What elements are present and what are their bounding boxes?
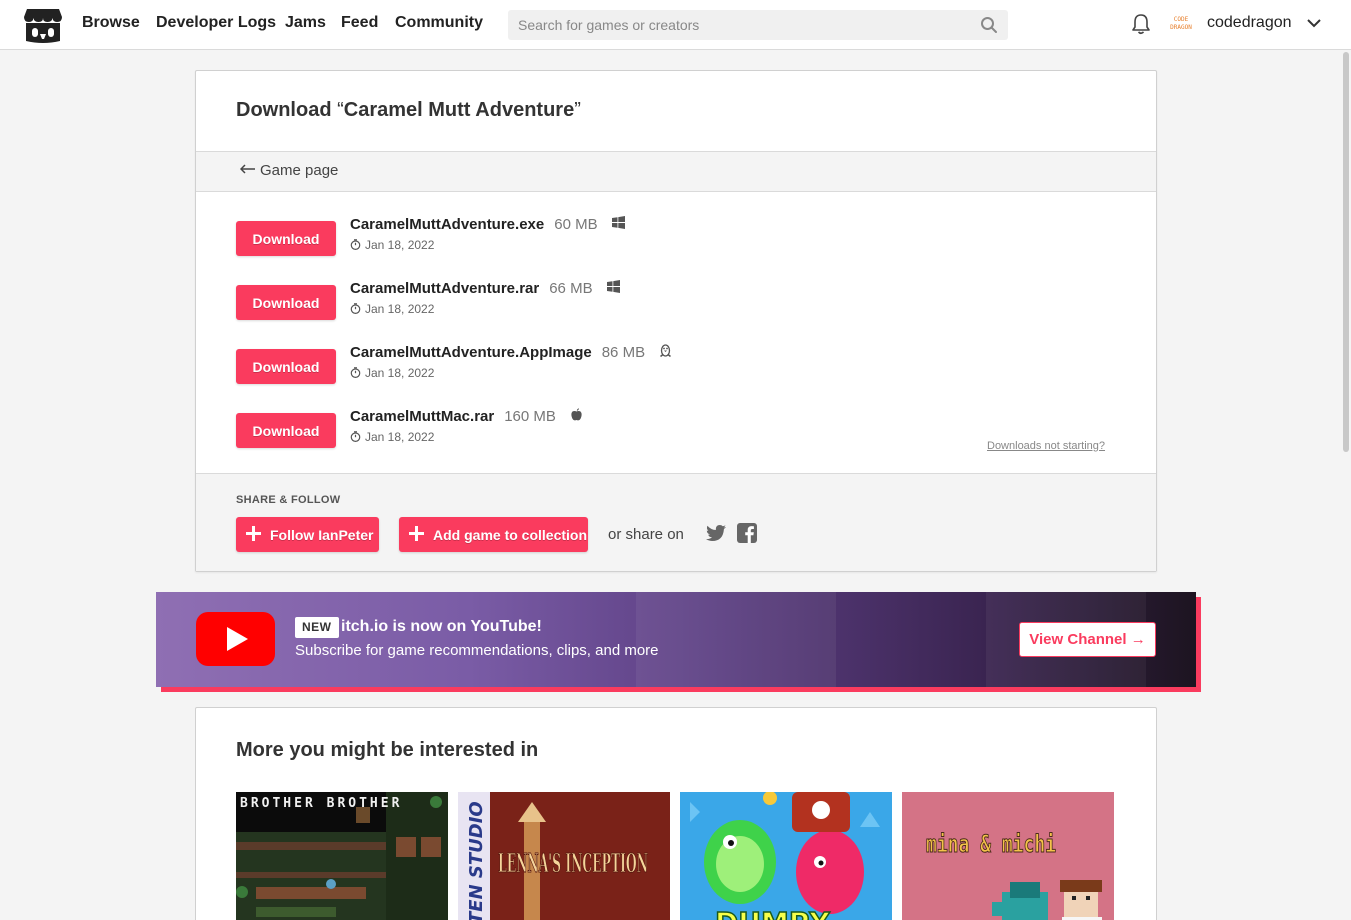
upload-list: Download CaramelMuttAdventure.exe 60 MB J… (196, 193, 1156, 473)
downloads-not-starting-link[interactable]: Downloads not starting? (987, 440, 1105, 452)
upload-size: 60 MB (554, 216, 598, 233)
upload-date-text: Jan 18, 2022 (365, 238, 435, 252)
itchio-logo-icon[interactable] (23, 7, 63, 43)
recommendations-heading: More you might be interested in (236, 739, 539, 761)
chevron-down-icon[interactable] (1306, 17, 1322, 29)
banner-background-art (636, 592, 836, 687)
username-label[interactable]: codedragon (1207, 14, 1292, 32)
download-button[interactable]: Download (236, 285, 336, 320)
game-cover-art: DUMPY (680, 792, 892, 920)
upload-name: CaramelMuttMac.rar 160 MB (350, 408, 583, 425)
facebook-icon[interactable] (737, 523, 757, 543)
cover-text: mina & michi (926, 830, 1056, 858)
scrollbar-thumb[interactable] (1343, 52, 1349, 452)
game-title: Caramel Mutt Adventure (343, 99, 575, 121)
user-avatar[interactable]: CODE DRAGON (1168, 12, 1194, 38)
upload-size: 66 MB (549, 280, 593, 297)
twitter-icon[interactable] (706, 525, 726, 541)
upload-filename: CaramelMuttAdventure.AppImage (350, 344, 592, 361)
search-box (508, 10, 1008, 40)
new-badge: NEW (295, 617, 339, 638)
upload-date: Jan 18, 2022 (350, 430, 434, 444)
stopwatch-icon (350, 303, 361, 314)
download-button[interactable]: Download (236, 349, 336, 384)
title-close-quote: ” (574, 99, 581, 121)
nav-browse[interactable]: Browse (82, 14, 140, 32)
upload-date-text: Jan 18, 2022 (365, 430, 435, 444)
notifications-bell-icon[interactable] (1130, 13, 1152, 35)
game-thumbnail[interactable]: mina & michi (902, 792, 1114, 920)
linux-icon (660, 344, 672, 357)
game-thumbnail[interactable]: DUMPY (680, 792, 892, 920)
download-button[interactable]: Download (236, 221, 336, 256)
youtube-banner: NEW itch.io is now on YouTube! Subscribe… (156, 592, 1196, 687)
cover-side-text: TEN STUDIO (466, 801, 487, 920)
nav-developer-logs[interactable]: Developer Logs (156, 14, 276, 32)
stopwatch-icon (350, 367, 361, 378)
windows-icon (606, 280, 620, 293)
upload-size: 160 MB (504, 408, 556, 425)
upload-date: Jan 18, 2022 (350, 366, 434, 380)
nav-jams[interactable]: Jams (285, 14, 326, 32)
follow-button[interactable]: Follow IanPeter (236, 517, 379, 552)
upload-date: Jan 18, 2022 (350, 238, 434, 252)
upload-row: Download CaramelMuttMac.rar 160 MB Jan 18… (236, 408, 1036, 458)
title-prefix: Download (236, 99, 332, 121)
nav-community[interactable]: Community (395, 14, 483, 32)
game-page-link-label: Game page (260, 162, 339, 179)
follow-button-label: Follow IanPeter (270, 526, 374, 543)
game-thumbnail[interactable]: TEN STUDIO LENNA'S INCEPTION (458, 792, 670, 920)
upload-row: Download CaramelMuttAdventure.exe 60 MB J… (236, 216, 1036, 266)
add-to-collection-button[interactable]: Add game to collection (399, 517, 588, 552)
download-button[interactable]: Download (236, 413, 336, 448)
cover-text: LENNA'S INCEPTION (498, 849, 648, 879)
top-header: Browse Developer Logs Jams Feed Communit… (0, 0, 1351, 50)
youtube-banner-title: itch.io is now on YouTube! (341, 618, 542, 635)
view-channel-button[interactable]: View Channel → (1019, 622, 1156, 657)
back-bar: Game page (196, 151, 1156, 192)
search-input[interactable] (508, 10, 978, 40)
upload-date-text: Jan 18, 2022 (365, 302, 435, 316)
or-share-on-label: or share on (608, 526, 684, 543)
game-cover-art: mina & michi (902, 792, 1114, 920)
download-card: Download “Caramel Mutt Adventure” Game p… (195, 70, 1157, 572)
recommendations-card: More you might be interested in BROTHER … (195, 707, 1157, 920)
add-to-collection-label: Add game to collection (433, 526, 588, 543)
title-open-quote: “ (337, 99, 344, 121)
plus-icon (246, 526, 261, 541)
apple-icon (571, 408, 582, 421)
upload-filename: CaramelMuttMac.rar (350, 408, 495, 425)
upload-filename: CaramelMuttAdventure.exe (350, 216, 545, 233)
cover-text: DUMPY (715, 906, 830, 920)
upload-name: CaramelMuttAdventure.exe 60 MB (350, 216, 625, 233)
share-follow-label: SHARE & FOLLOW (236, 494, 341, 506)
upload-size: 86 MB (601, 344, 646, 361)
nav-feed[interactable]: Feed (341, 14, 378, 32)
upload-date-text: Jan 18, 2022 (365, 366, 435, 380)
upload-name: CaramelMuttAdventure.AppImage 86 MB (350, 344, 672, 361)
upload-name: CaramelMuttAdventure.rar 66 MB (350, 280, 620, 297)
youtube-logo-icon[interactable] (196, 612, 275, 666)
windows-icon (611, 216, 625, 229)
plus-icon (409, 526, 424, 541)
upload-row: Download CaramelMuttAdventure.AppImage 86… (236, 344, 1036, 394)
game-cover-art: BROTHER BROTHER (236, 792, 448, 920)
youtube-banner-subtitle: Subscribe for game recommendations, clip… (295, 642, 659, 659)
stopwatch-icon (350, 431, 361, 442)
upload-filename: CaramelMuttAdventure.rar (350, 280, 540, 297)
search-icon[interactable] (980, 16, 998, 34)
game-thumbnail[interactable]: BROTHER BROTHER (236, 792, 448, 920)
share-follow-section: SHARE & FOLLOW Follow IanPeter Add game … (196, 473, 1156, 571)
cover-text: BROTHER BROTHER (240, 796, 402, 811)
upload-date: Jan 18, 2022 (350, 302, 434, 316)
game-page-link[interactable]: Game page (239, 162, 339, 179)
page-title: Download “Caramel Mutt Adventure” (236, 99, 581, 122)
arrow-left-icon (239, 164, 255, 174)
upload-row: Download CaramelMuttAdventure.rar 66 MB J… (236, 280, 1036, 330)
stopwatch-icon (350, 239, 361, 250)
game-cover-art: TEN STUDIO LENNA'S INCEPTION (458, 792, 670, 920)
